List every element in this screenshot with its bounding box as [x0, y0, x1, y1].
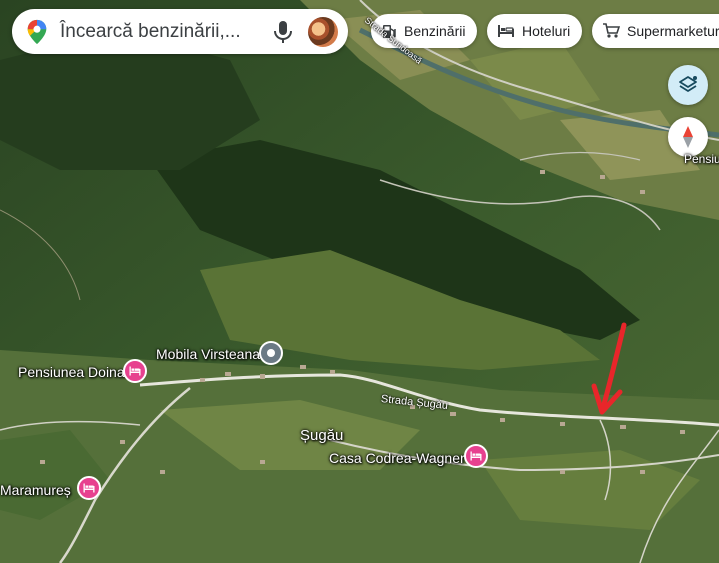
- layers-button[interactable]: [668, 65, 708, 105]
- search-input[interactable]: Încearcă benzinării,...: [60, 21, 272, 43]
- chip-label: Benzinării: [404, 23, 466, 39]
- compass-icon: [683, 126, 693, 148]
- bed-icon: [129, 366, 141, 376]
- avatar[interactable]: [308, 16, 338, 47]
- place-label-pensiunea-doina[interactable]: Pensiunea Doina: [18, 364, 125, 380]
- hotel-pin-pensiunea-doina[interactable]: [123, 359, 147, 383]
- bed-icon: [498, 25, 514, 37]
- bed-icon: [470, 451, 482, 461]
- search-bar[interactable]: Încearcă benzinării,...: [12, 9, 348, 54]
- hotel-pin-casa-codrea[interactable]: [464, 444, 488, 468]
- place-label-sugau[interactable]: Șugău: [300, 427, 343, 444]
- compass-button[interactable]: [668, 117, 708, 157]
- hotel-pin-maramures[interactable]: [77, 476, 101, 500]
- cart-icon: [603, 23, 620, 38]
- place-label-maramures[interactable]: Maramureș: [0, 482, 71, 498]
- satellite-map[interactable]: [0, 0, 719, 563]
- maps-logo-icon: [27, 19, 47, 44]
- chip-label: Supermarketuri: [627, 23, 719, 39]
- place-label-casa-codrea[interactable]: Casa Codrea-Wagner: [329, 450, 465, 466]
- layers-icon: [679, 76, 697, 92]
- bed-icon: [83, 483, 95, 493]
- place-label-pensiu[interactable]: Pensiu: [684, 152, 719, 166]
- chip-label: Hoteluri: [522, 23, 571, 39]
- place-dot-icon: [267, 349, 275, 357]
- place-label-mobila-virsteana[interactable]: Mobila Virsteana: [156, 346, 260, 362]
- microphone-icon[interactable]: [272, 19, 294, 45]
- place-pin-mobila-virsteana[interactable]: [259, 341, 283, 365]
- chip-supermarkets[interactable]: Supermarketuri: [592, 14, 719, 48]
- chip-hotels[interactable]: Hoteluri: [487, 14, 583, 48]
